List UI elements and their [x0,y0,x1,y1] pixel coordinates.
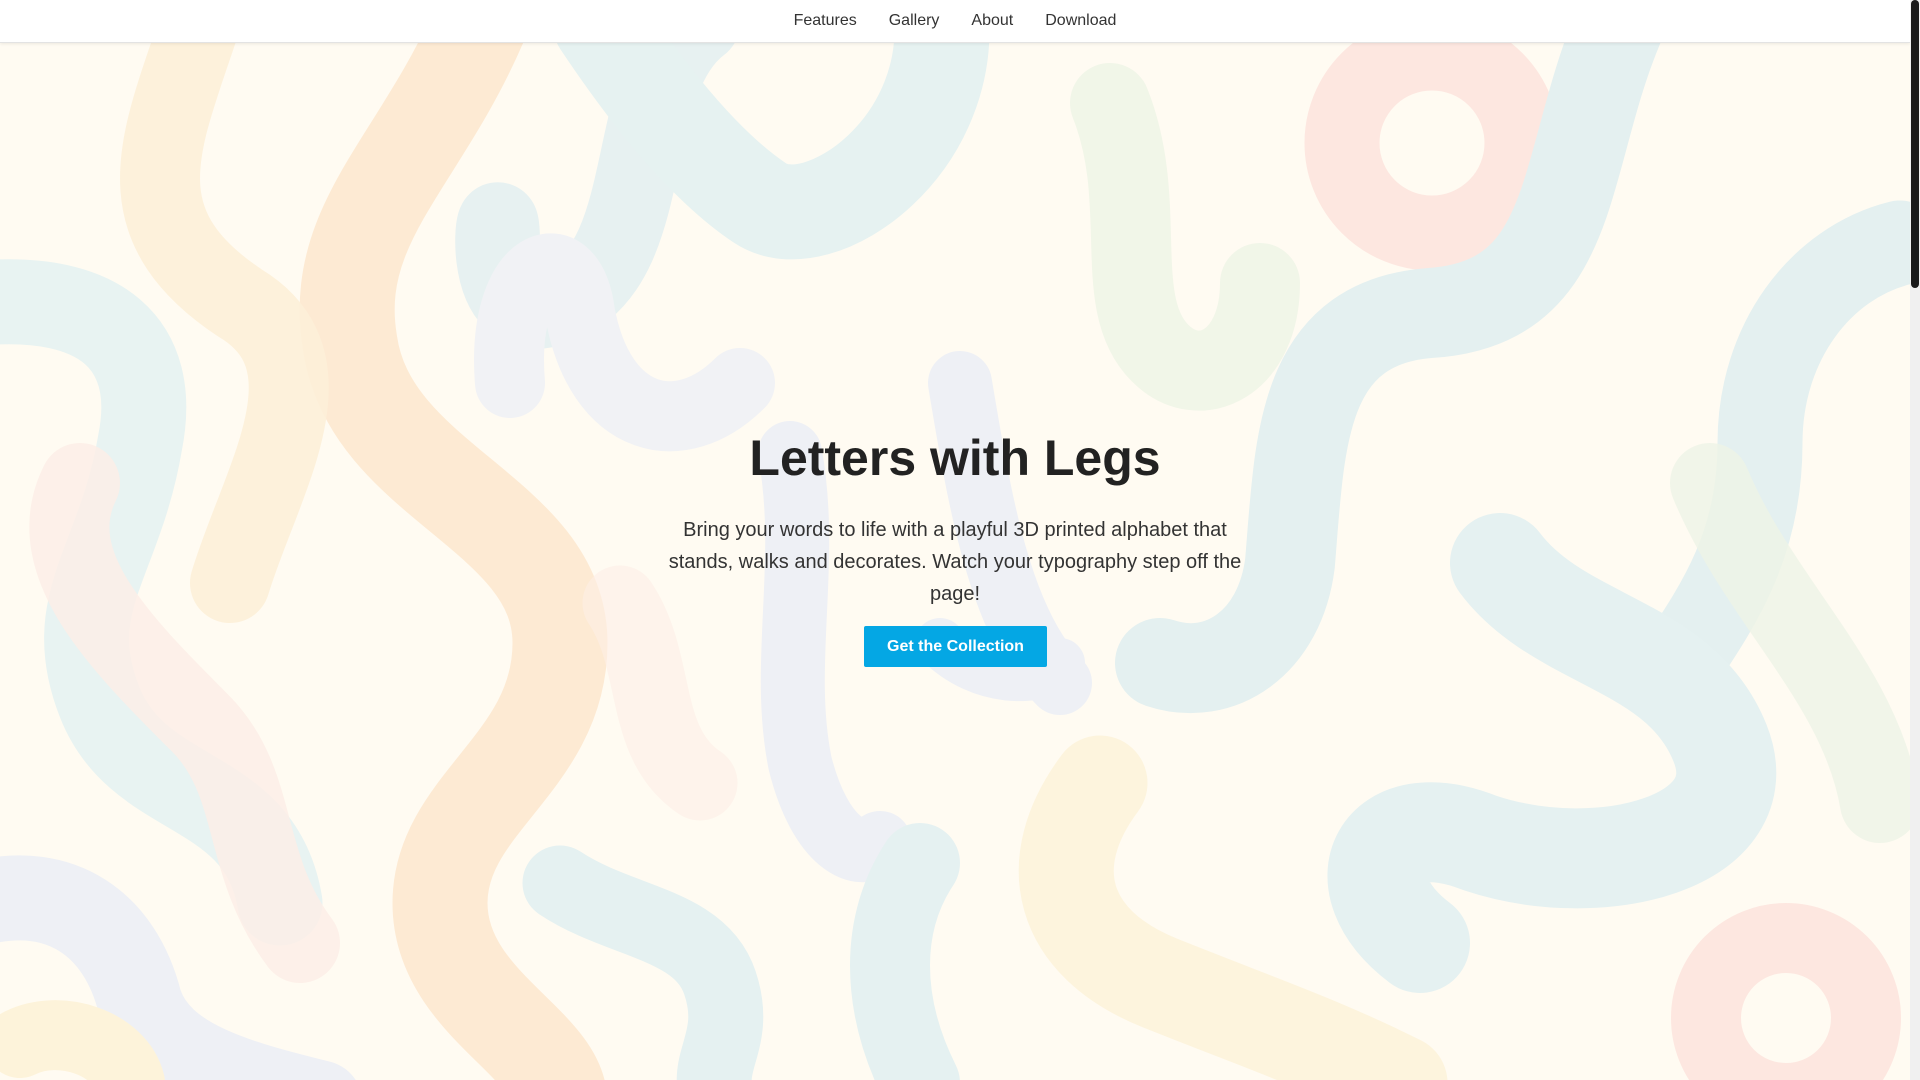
page: Features Gallery About Download Letters … [0,0,1920,1080]
hero-title: Letters with Legs [749,430,1161,486]
hero-section: Letters with Legs Bring your words to li… [0,0,1910,1080]
nav-link-features[interactable]: Features [794,12,857,30]
top-navigation-bar: Features Gallery About Download [0,0,1910,43]
nav-link-gallery[interactable]: Gallery [889,12,940,30]
get-collection-button[interactable]: Get the Collection [864,626,1047,667]
hero-description: Bring your words to life with a playful … [668,519,1242,605]
nav-link-about[interactable]: About [971,12,1013,30]
nav-links: Features Gallery About Download [0,0,1910,42]
vertical-scrollbar[interactable] [1910,0,1920,1080]
scrollbar-thumb[interactable] [1911,0,1919,288]
nav-link-download[interactable]: Download [1045,12,1116,30]
